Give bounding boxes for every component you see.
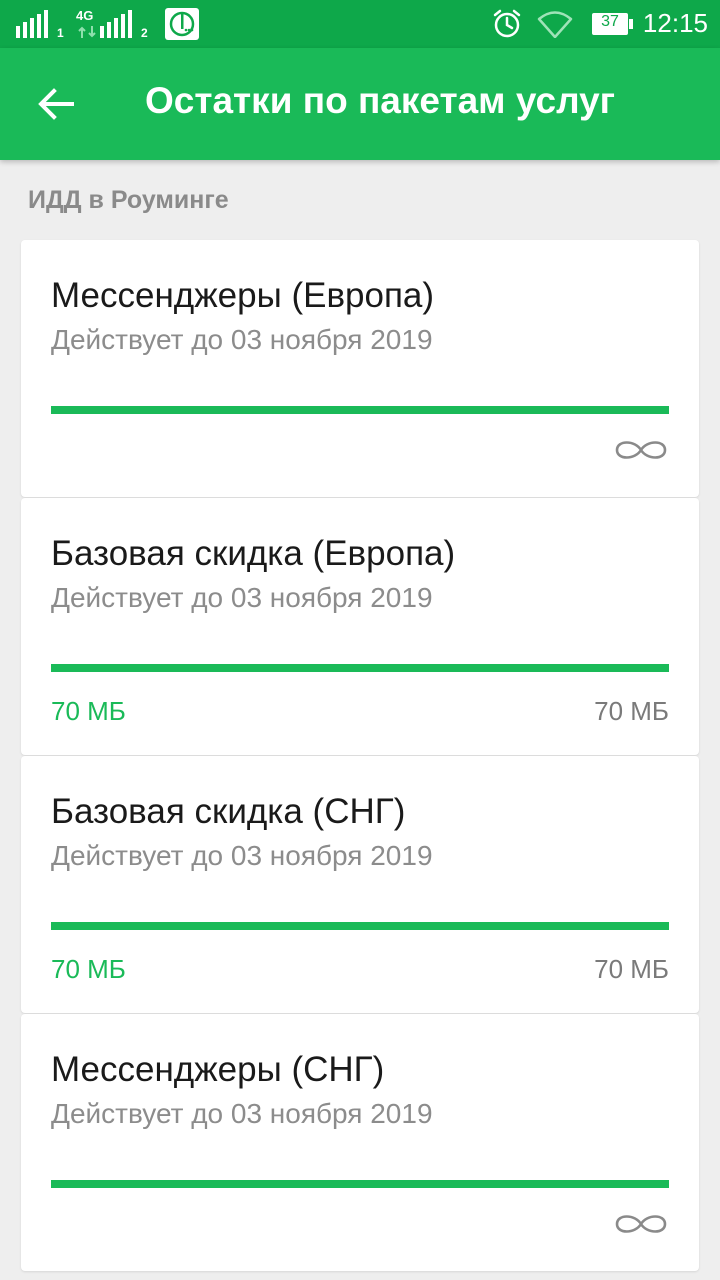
clock: 12:15 <box>642 8 708 38</box>
operator-icon <box>165 8 199 40</box>
package-title: Мессенджеры (СНГ) <box>51 1050 385 1089</box>
page-title: Остатки по пакетам услуг <box>145 80 616 121</box>
package-progress-fill <box>51 406 669 414</box>
infinity-icon <box>615 1215 667 1233</box>
package-card[interactable]: Мессенджеры (Европа) Действует до 03 ноя… <box>21 240 699 497</box>
back-button[interactable] <box>22 70 90 138</box>
package-total: 70 МБ <box>594 696 669 726</box>
battery-level: 37 <box>601 13 619 30</box>
package-card[interactable]: Базовая скидка (Европа) Действует до 03 … <box>21 498 699 755</box>
status-bar: 1 4G 2 37 12:15 <box>0 0 720 48</box>
package-progress-fill <box>51 1180 669 1188</box>
package-title: Базовая скидка (Европа) <box>51 534 456 573</box>
package-progress-fill <box>51 664 669 672</box>
package-progress-bar <box>51 1180 669 1188</box>
network-type-label: 4G <box>76 8 94 23</box>
sim2-label: 2 <box>141 26 148 40</box>
package-validity: Действует до 03 ноября 2019 <box>51 324 433 355</box>
package-card[interactable]: Базовая скидка (СНГ) Действует до 03 ноя… <box>21 756 699 1013</box>
package-remaining: 70 МБ <box>51 954 126 984</box>
package-title: Базовая скидка (СНГ) <box>51 792 406 831</box>
data-arrows-icon <box>78 26 96 38</box>
package-total: 70 МБ <box>594 954 669 984</box>
wifi-icon <box>537 11 573 38</box>
package-validity: Действует до 03 ноября 2019 <box>51 1098 433 1129</box>
package-card[interactable]: Мессенджеры (СНГ) Действует до 03 ноября… <box>21 1014 699 1271</box>
package-validity: Действует до 03 ноября 2019 <box>51 840 433 871</box>
package-list: Мессенджеры (Европа) Действует до 03 ноя… <box>21 240 699 1272</box>
arrow-back-icon <box>38 88 74 120</box>
package-progress-bar <box>51 922 669 930</box>
package-validity: Действует до 03 ноября 2019 <box>51 582 433 613</box>
package-progress-bar <box>51 664 669 672</box>
app-bar: Остатки по пакетам услуг <box>0 48 720 160</box>
signal-strength-icon <box>16 10 48 38</box>
package-progress-fill <box>51 922 669 930</box>
alarm-icon <box>493 9 521 38</box>
package-progress-bar <box>51 406 669 414</box>
infinity-icon <box>615 441 667 459</box>
package-title: Мессенджеры (Европа) <box>51 276 435 315</box>
package-remaining: 70 МБ <box>51 696 126 726</box>
section-header: ИДД в Роуминге <box>28 186 229 214</box>
signal-strength-icon <box>100 10 132 38</box>
sim1-label: 1 <box>57 26 64 40</box>
